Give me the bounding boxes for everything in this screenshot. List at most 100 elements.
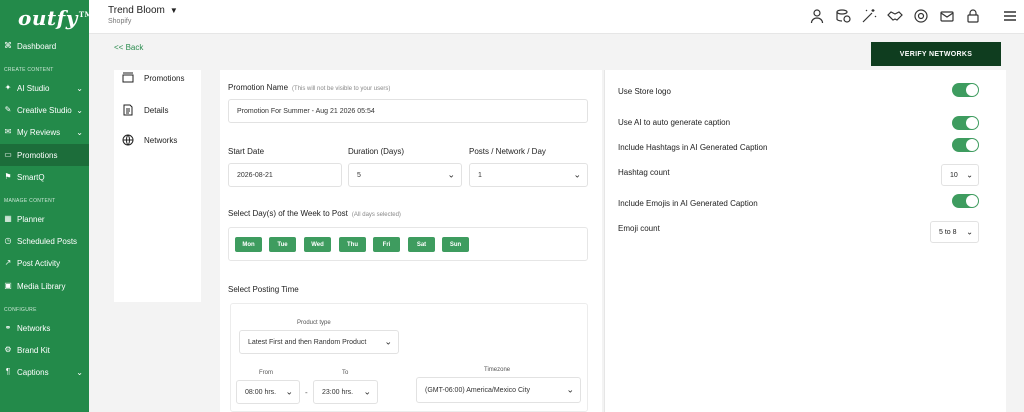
chevron-down-icon: ⌄ xyxy=(285,386,293,397)
calendar-icon: ▦ xyxy=(4,214,12,223)
product-type-select[interactable]: Latest First and then Random Product ⌄ xyxy=(239,330,399,354)
sidebar-item-my-reviews[interactable]: ✉ My Reviews ⌄ xyxy=(0,121,89,143)
time-separator: - xyxy=(305,388,308,397)
sidebar-item-dashboard[interactable]: ⌘ Dashboard xyxy=(0,35,89,57)
product-type-label: Product type xyxy=(297,320,331,326)
magic-wand-icon[interactable] xyxy=(861,8,877,24)
brandkit-icon: ⚙ xyxy=(4,345,12,354)
sidebar-item-label: Planner xyxy=(17,214,45,224)
step-promotions[interactable]: Promotions xyxy=(122,72,184,84)
store-platform: Shopify xyxy=(108,18,132,25)
palette-icon: ✎ xyxy=(4,105,12,114)
activity-icon: ↗ xyxy=(4,258,12,267)
chevron-down-icon: ⌄ xyxy=(566,384,574,395)
sidebar-item-label: Creative Studio xyxy=(17,105,72,115)
sidebar-item-label: AI Studio xyxy=(17,83,50,93)
verify-networks-button[interactable]: VERIFY NETWORKS xyxy=(871,42,1001,66)
chevron-down-icon: ⌄ xyxy=(447,169,455,180)
use-ai-label: Use AI to auto generate caption xyxy=(618,118,731,127)
sidebar-item-promotions[interactable]: ▭ Promotions xyxy=(0,144,89,166)
days-label: Select Day(s) of the Week to Post (All da… xyxy=(228,209,401,218)
sidebar-item-label: Post Activity xyxy=(17,258,61,268)
day-sat-button[interactable]: Sat xyxy=(408,237,435,252)
handshake-icon[interactable] xyxy=(887,8,903,24)
store-name: Trend Bloom xyxy=(108,5,165,16)
use-store-logo-toggle[interactable] xyxy=(952,83,979,97)
step-label: Promotions xyxy=(144,73,185,83)
billing-icon[interactable] xyxy=(835,8,851,24)
step-label: Details xyxy=(144,105,169,115)
chevron-down-icon: ⌄ xyxy=(76,84,83,93)
sidebar-item-label: SmartQ xyxy=(17,172,45,182)
step-details[interactable]: Details xyxy=(122,104,168,116)
duration-select[interactable]: 5 ⌄ xyxy=(348,163,462,187)
sidebar-section-manage: MANAGE CONTENT xyxy=(4,198,56,204)
day-sun-button[interactable]: Sun xyxy=(442,237,469,252)
globe-icon xyxy=(122,134,134,146)
grid-icon: ⌘ xyxy=(4,41,12,50)
chat-icon: ✉ xyxy=(4,127,12,136)
hashtag-count-label: Hashtag count xyxy=(618,168,670,177)
emoji-count-select[interactable]: 5 to 8 ⌄ xyxy=(930,221,979,243)
sidebar-item-smartq[interactable]: ⚑ SmartQ xyxy=(0,166,89,188)
day-wed-button[interactable]: Wed xyxy=(304,237,331,252)
include-hashtags-toggle[interactable] xyxy=(952,138,979,152)
sidebar-item-scheduled-posts[interactable]: ◷ Scheduled Posts xyxy=(0,230,89,252)
include-emojis-label: Include Emojis in AI Generated Caption xyxy=(618,199,758,208)
clock-icon: ◷ xyxy=(4,236,12,245)
day-fri-button[interactable]: Fri xyxy=(373,237,400,252)
emoji-count-label: Emoji count xyxy=(618,224,660,233)
hamburger-menu-icon[interactable] xyxy=(1002,8,1018,24)
network-icon: ⚭ xyxy=(4,323,12,332)
document-icon xyxy=(122,104,134,116)
sidebar-item-label: Scheduled Posts xyxy=(17,236,78,246)
sidebar-section-configure: CONFIGURE xyxy=(4,307,37,313)
from-label: From xyxy=(259,370,273,376)
from-time-select[interactable]: 08:00 hrs. ⌄ xyxy=(236,380,300,404)
day-tue-button[interactable]: Tue xyxy=(269,237,296,252)
to-time-select[interactable]: 23:00 hrs. ⌄ xyxy=(313,380,378,404)
store-switcher[interactable]: Trend Bloom ▼ xyxy=(108,5,178,16)
sidebar-item-media-library[interactable]: ▣ Media Library xyxy=(0,275,89,297)
sidebar-item-creative-studio[interactable]: ✎ Creative Studio ⌄ xyxy=(0,99,89,121)
back-link[interactable]: << Back xyxy=(114,43,143,52)
image-icon: ▣ xyxy=(4,281,12,290)
chevron-down-icon: ⌄ xyxy=(76,368,83,377)
toggle-knob xyxy=(966,84,978,96)
timezone-select[interactable]: (GMT-06:00) America/Mexico City ⌄ xyxy=(416,377,581,403)
sidebar-item-ai-studio[interactable]: ✦ AI Studio ⌄ xyxy=(0,77,89,99)
use-ai-toggle[interactable] xyxy=(952,116,979,130)
promotion-name-label: Promotion Name (This will not be visible … xyxy=(228,83,391,92)
sidebar-item-label: Dashboard xyxy=(17,41,57,51)
chevron-down-icon: ⌄ xyxy=(363,386,371,397)
sidebar-item-label: Networks xyxy=(17,323,51,333)
sidebar-item-post-activity[interactable]: ↗ Post Activity xyxy=(0,252,89,274)
sidebar-item-planner[interactable]: ▦ Planner xyxy=(0,208,89,230)
lock-icon[interactable] xyxy=(965,8,981,24)
chevron-down-icon: ⌄ xyxy=(966,170,973,180)
include-hashtags-label: Include Hashtags in AI Generated Caption xyxy=(618,143,768,152)
sidebar-item-networks[interactable]: ⚭ Networks xyxy=(0,317,89,339)
day-thu-button[interactable]: Thu xyxy=(339,237,366,252)
timezone-label: Timezone xyxy=(484,367,511,373)
sidebar: outfyTM ⌘ Dashboard CREATE CONTENT ✦ AI … xyxy=(0,0,92,412)
toggle-knob xyxy=(966,195,978,207)
use-store-logo-label: Use Store logo xyxy=(618,87,671,96)
posts-per-day-select[interactable]: 1 ⌄ xyxy=(469,163,588,187)
start-date-input[interactable]: 2026-08-21 xyxy=(228,163,342,187)
user-icon[interactable] xyxy=(809,8,825,24)
sidebar-item-captions[interactable]: ¶ Captions ⌄ xyxy=(0,361,89,383)
notifications-icon[interactable] xyxy=(939,8,955,24)
outfy-logo[interactable]: outfyTM xyxy=(18,6,93,30)
promotion-name-input[interactable]: Promotion For Summer - Aug 21 2026 05:54 xyxy=(228,99,588,123)
day-mon-button[interactable]: Mon xyxy=(235,237,262,252)
support-icon[interactable] xyxy=(913,8,929,24)
step-networks[interactable]: Networks xyxy=(122,134,177,146)
posting-time-label: Select Posting Time xyxy=(228,285,299,294)
smartq-icon: ⚑ xyxy=(4,172,12,181)
hashtag-count-select[interactable]: 10 ⌄ xyxy=(941,164,979,186)
promo-icon: ▭ xyxy=(4,150,12,159)
chevron-down-icon: ⌄ xyxy=(76,128,83,137)
sidebar-item-brand-kit[interactable]: ⚙ Brand Kit xyxy=(0,339,89,361)
include-emojis-toggle[interactable] xyxy=(952,194,979,208)
